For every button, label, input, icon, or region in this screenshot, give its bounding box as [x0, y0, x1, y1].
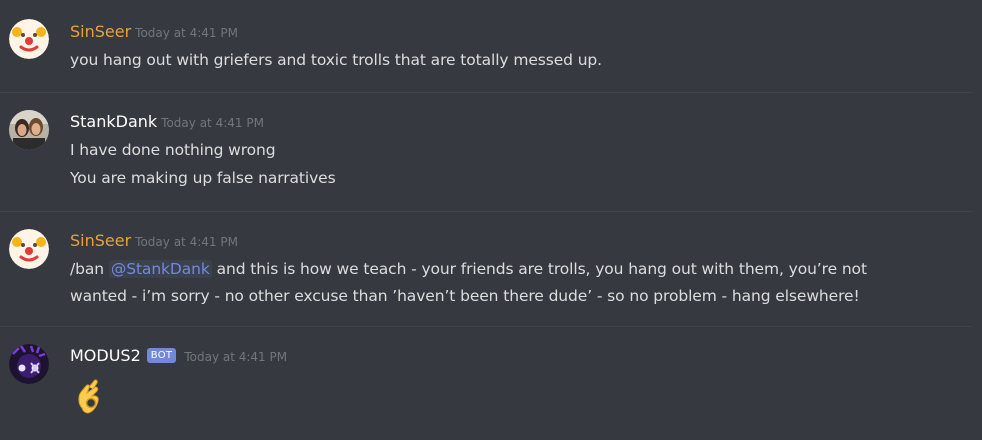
message-timestamp: Today at 4:41 PM [184, 350, 288, 364]
message-timestamp: Today at 4:41 PM [161, 116, 264, 130]
author-name[interactable]: SinSeer [70, 231, 131, 250]
command-text: /ban [70, 260, 109, 278]
purple-bot-avatar[interactable] [9, 344, 49, 384]
message-text: I have done nothing wrong [70, 141, 276, 159]
message-text: /ban @StankDank and this is how we teach… [70, 260, 867, 278]
message-group: SinSeer Today at 4:41 PM /ban @StankDank … [0, 223, 982, 318]
message-divider [0, 92, 972, 93]
message-group: MODUS2 BOT Today at 4:41 PM [0, 338, 982, 438]
user-photo-avatar[interactable] [9, 110, 49, 150]
chat-messages: SinSeer Today at 4:41 PM you hang out wit… [0, 0, 982, 440]
message-timestamp: Today at 4:41 PM [135, 26, 238, 40]
bot-tag: BOT [146, 348, 177, 363]
message-timestamp: Today at 4:41 PM [135, 235, 238, 249]
message-divider [0, 326, 972, 327]
author-name[interactable]: MODUS2 [70, 346, 141, 365]
message-text-continued: and this is how we teach - your friends … [211, 260, 867, 278]
message-header: SinSeer Today at 4:41 PM [70, 22, 238, 41]
clown-face-icon[interactable] [9, 229, 49, 269]
message-header: SinSeer Today at 4:41 PM [70, 231, 238, 250]
message-text: You are making up false narratives [70, 169, 336, 187]
message-header: StankDank Today at 4:41 PM [70, 112, 264, 131]
message-group: SinSeer Today at 4:41 PM you hang out wit… [0, 14, 982, 84]
message-header: MODUS2 BOT Today at 4:41 PM [70, 346, 287, 365]
author-name[interactable]: StankDank [70, 112, 157, 131]
ok-hand-emoji[interactable] [72, 378, 108, 422]
message-text: wanted - i’m sorry - no other excuse tha… [70, 287, 860, 305]
author-name[interactable]: SinSeer [70, 22, 131, 41]
message-divider [0, 211, 972, 212]
clown-face-icon[interactable] [9, 19, 49, 59]
message-group: StankDank Today at 4:41 PM I have done no… [0, 104, 982, 204]
user-mention[interactable]: @StankDank [108, 260, 212, 278]
message-text: you hang out with griefers and toxic tro… [70, 51, 602, 69]
